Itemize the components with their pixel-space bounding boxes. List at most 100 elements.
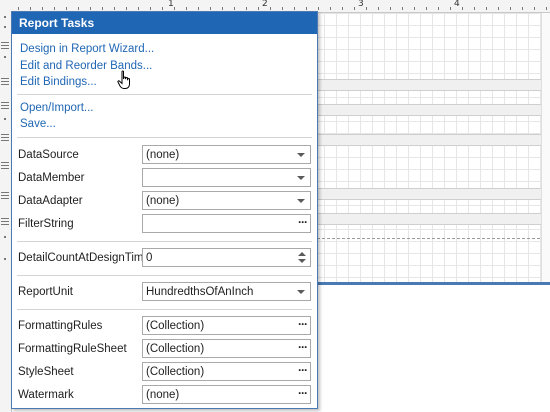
ellipsis-icon: ··· <box>298 363 308 377</box>
ruler-tick <box>438 7 439 10</box>
ruler-tick <box>366 7 367 10</box>
ellipsis-icon: ··· <box>298 386 308 400</box>
datasource-dropdown[interactable]: (none) <box>142 145 311 164</box>
reportunit-dropdown-button[interactable] <box>294 283 310 300</box>
watermark-ellipsis-button[interactable]: ··· <box>294 386 310 403</box>
report-tasks-panel: Report Tasks Design in Report Wizard... … <box>11 11 318 409</box>
ruler-number: 3 <box>358 0 364 9</box>
ruler-tick <box>258 7 259 10</box>
formattingrulesheet-value: (Collection) <box>146 343 205 355</box>
ruler-tick <box>282 7 283 10</box>
ruler-dot <box>4 56 6 58</box>
ellipsis-icon: ··· <box>298 317 308 331</box>
formattingrules-ellipsis-button[interactable]: ··· <box>294 317 310 334</box>
ruler-tick <box>462 7 463 10</box>
stylesheet-ellipsis-button[interactable]: ··· <box>294 363 310 380</box>
filterstring-ellipsis-button[interactable]: ··· <box>294 215 310 232</box>
ruler-tick <box>186 7 187 10</box>
ruler-tick <box>54 7 55 10</box>
band-grip-icon[interactable] <box>1 162 9 169</box>
band-grip-icon[interactable] <box>1 78 9 85</box>
ruler-tick <box>162 7 163 10</box>
ruler-tick <box>150 7 151 10</box>
save-link[interactable]: Save... <box>20 117 56 131</box>
formattingrulesheet-ellipsis-button[interactable]: ··· <box>294 340 310 357</box>
spin-down-icon[interactable] <box>298 259 306 263</box>
detailcount-spin-buttons[interactable] <box>294 249 310 266</box>
band-grip-icon[interactable] <box>1 192 9 199</box>
ruler-tick <box>534 7 535 10</box>
formattingrules-field[interactable]: (Collection) ··· <box>142 316 311 335</box>
ruler-tick <box>174 7 175 10</box>
ruler-number: 1 <box>168 0 174 9</box>
datamember-dropdown[interactable] <box>142 168 311 187</box>
vertical-scrollbar[interactable] <box>541 13 550 283</box>
ruler-tick <box>234 7 235 10</box>
dropdown-arrow-icon <box>297 153 305 157</box>
separator <box>17 275 312 276</box>
formattingrules-value: (Collection) <box>146 320 205 332</box>
detailcount-label: DetailCountAtDesignTime <box>18 252 150 264</box>
ruler-tick <box>342 7 343 10</box>
ruler-tick <box>78 7 79 10</box>
design-in-report-wizard-link[interactable]: Design in Report Wizard... <box>20 42 154 56</box>
ruler-number: 4 <box>454 0 460 9</box>
formattingrulesheet-label: FormattingRuleSheet <box>18 343 127 355</box>
separator <box>17 309 312 310</box>
dataadapter-dropdown[interactable]: (none) <box>142 191 311 210</box>
datasource-label: DataSource <box>18 149 79 161</box>
dropdown-arrow-icon <box>297 176 305 180</box>
band-grip-icon[interactable] <box>1 134 9 141</box>
ruler-tick <box>510 7 511 10</box>
datamember-dropdown-button[interactable] <box>294 169 310 186</box>
ellipsis-icon: ··· <box>298 340 308 354</box>
ruler-tick <box>198 7 199 10</box>
watermark-field[interactable]: (none) ··· <box>142 385 311 404</box>
ruler-tick <box>426 7 427 10</box>
dataadapter-label: DataAdapter <box>18 195 83 207</box>
ellipsis-icon: ··· <box>298 215 308 229</box>
watermark-label: Watermark <box>18 389 74 401</box>
ruler-tick <box>378 7 379 10</box>
hand-cursor-icon <box>117 70 130 89</box>
ruler-number: 2 <box>262 0 268 9</box>
datasource-dropdown-button[interactable] <box>294 146 310 163</box>
ruler-tick <box>270 7 271 10</box>
band-grip-icon[interactable] <box>1 42 9 49</box>
reportunit-dropdown[interactable]: HundredthsOfAnInch <box>142 282 311 301</box>
reportunit-value: HundredthsOfAnInch <box>146 286 254 298</box>
band-grip-icon[interactable] <box>1 218 9 225</box>
ruler-tick <box>90 7 91 10</box>
ruler-tick <box>522 7 523 10</box>
open-import-link[interactable]: Open/Import... <box>20 101 94 115</box>
dataadapter-dropdown-button[interactable] <box>294 192 310 209</box>
separator <box>17 241 312 242</box>
ruler-tick <box>546 7 547 10</box>
stylesheet-label: StyleSheet <box>18 366 74 378</box>
detailcount-spinner[interactable]: 0 <box>142 248 311 267</box>
spin-up-icon[interactable] <box>298 252 306 256</box>
ruler-tick <box>402 7 403 10</box>
ruler-tick <box>138 7 139 10</box>
ruler-tick <box>294 7 295 10</box>
ruler-tick <box>306 7 307 10</box>
filterstring-label: FilterString <box>18 218 74 230</box>
band-grip-icon[interactable] <box>1 102 9 109</box>
separator <box>17 94 312 95</box>
formattingrulesheet-field[interactable]: (Collection) ··· <box>142 339 311 358</box>
ruler-tick <box>42 7 43 10</box>
stylesheet-field[interactable]: (Collection) ··· <box>142 362 311 381</box>
filterstring-field[interactable]: ··· <box>142 214 311 233</box>
ruler-dot <box>4 16 6 18</box>
ruler-tick <box>318 7 319 10</box>
ruler-tick <box>354 7 355 10</box>
ruler-tick <box>498 7 499 10</box>
edit-bindings-link[interactable]: Edit Bindings... <box>20 75 97 89</box>
dataadapter-value: (none) <box>146 195 180 207</box>
datamember-label: DataMember <box>18 172 85 184</box>
ruler-dot <box>4 118 6 120</box>
ruler-tick <box>126 7 127 10</box>
ruler-tick <box>390 7 391 10</box>
ruler-tick <box>18 7 19 10</box>
ruler-tick <box>102 7 103 10</box>
